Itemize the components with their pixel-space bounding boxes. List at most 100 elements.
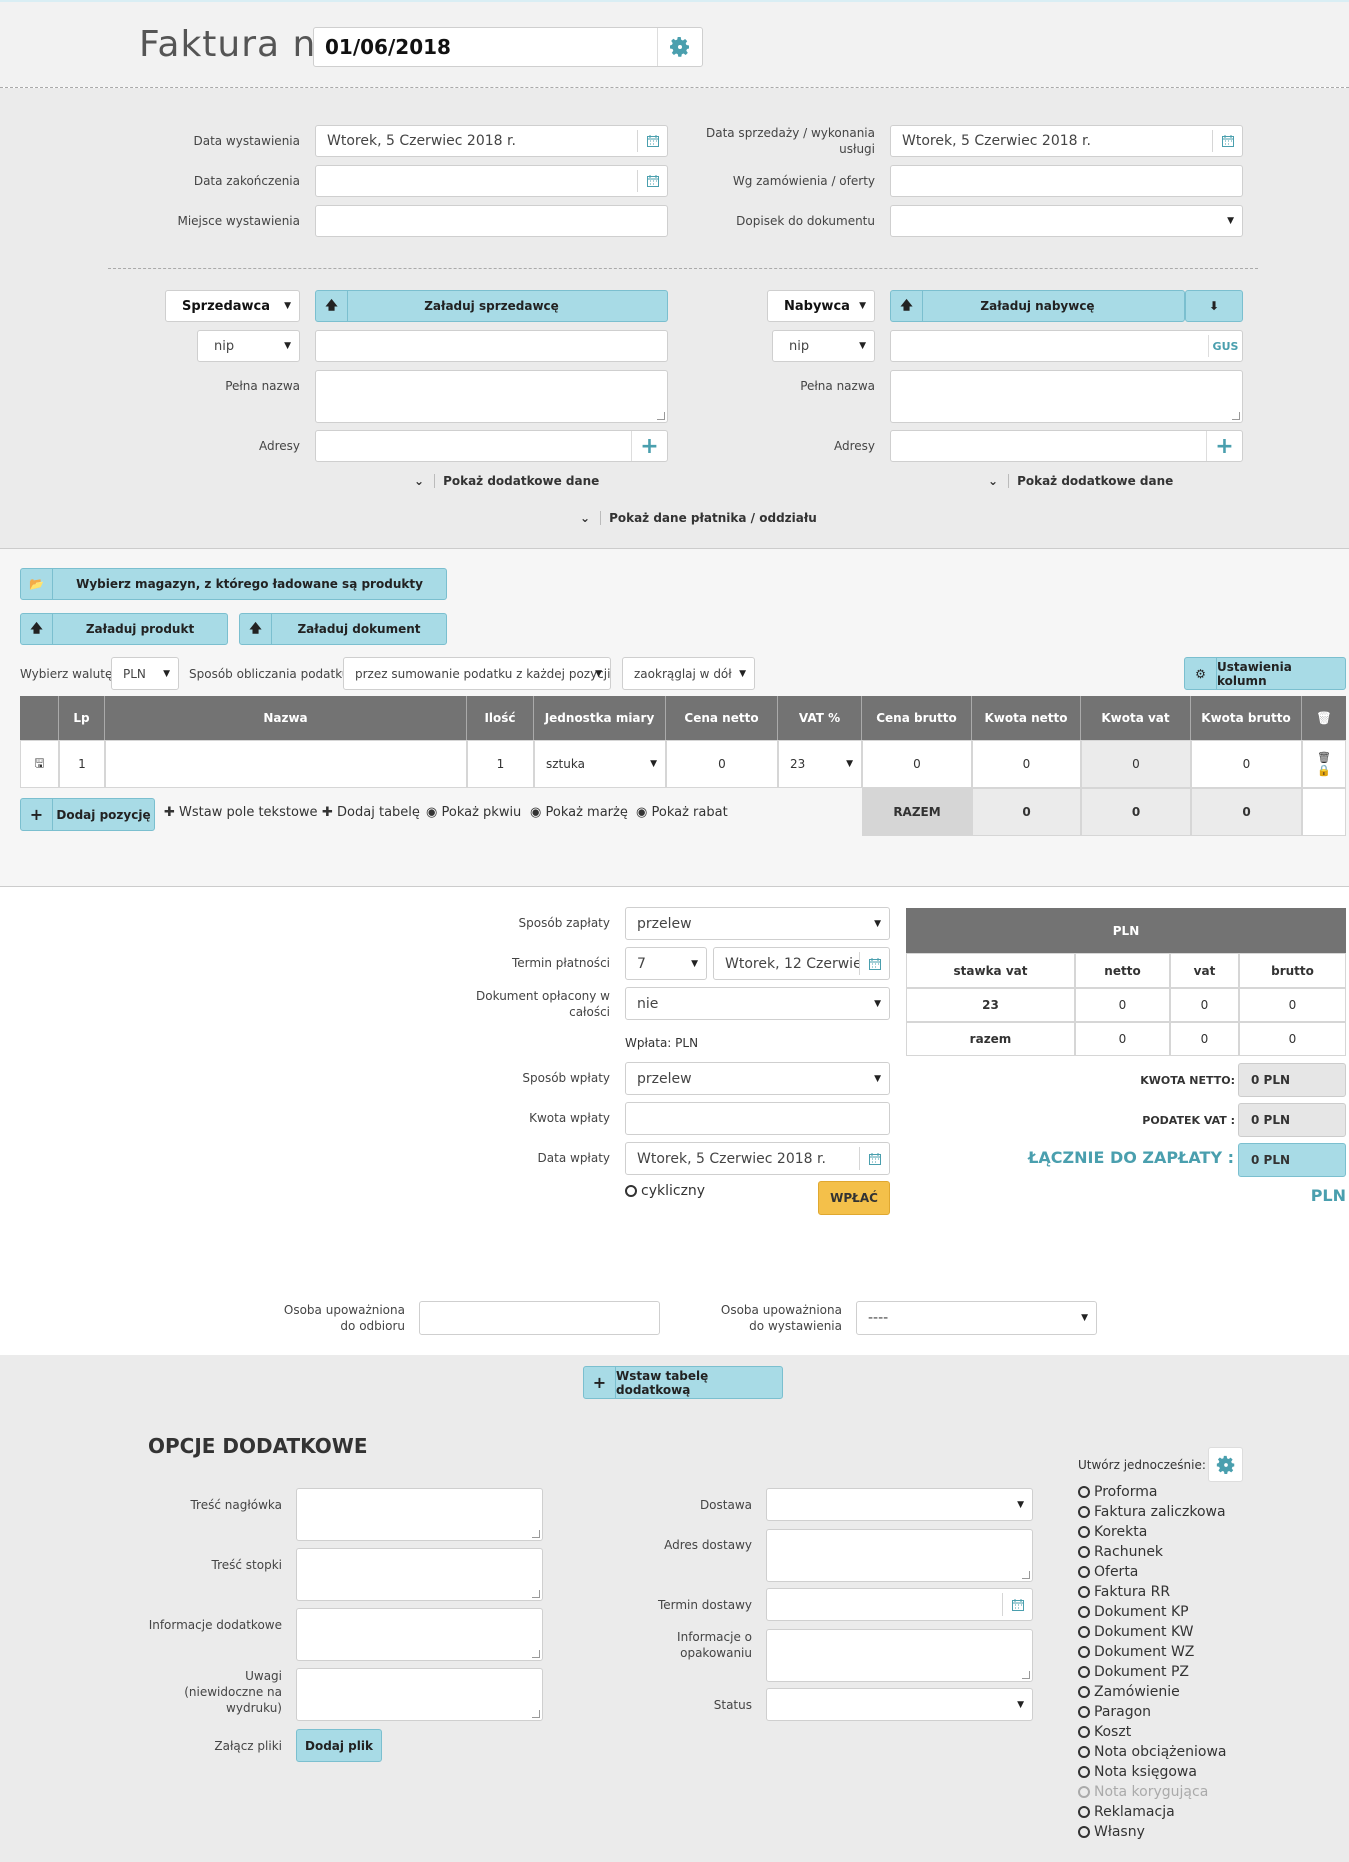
doc-option[interactable]: Koszt	[1078, 1724, 1131, 1740]
insert-text-field-link[interactable]: ✚ Wstaw pole tekstowe	[164, 805, 318, 820]
lock-icon[interactable]: 🔒	[1317, 764, 1331, 777]
deposit-amount-input[interactable]	[625, 1102, 890, 1135]
doc-option[interactable]: Proforma	[1078, 1484, 1157, 1500]
add-item-button[interactable]: + Dodaj pozycję	[20, 798, 155, 831]
issue-date-input[interactable]: Wtorek, 5 Czerwiec 2018 r.	[315, 125, 668, 157]
doc-option[interactable]: Dokument WZ	[1078, 1644, 1194, 1660]
show-discount-link[interactable]: ◉ Pokaż rabat	[636, 805, 728, 820]
seller-nip-input[interactable]	[315, 330, 668, 362]
row-qty-input[interactable]: 1	[467, 740, 534, 788]
rounding-select[interactable]: zaokrąglaj w dół ▼	[622, 657, 755, 690]
doc-option[interactable]: Dokument KP	[1078, 1604, 1189, 1620]
buyer-select[interactable]: Nabywca ▼	[767, 290, 875, 322]
remarks-input[interactable]	[296, 1668, 543, 1721]
buyer-fullname-input[interactable]	[890, 370, 1243, 423]
cyclic-radio[interactable]: cykliczny	[625, 1183, 705, 1199]
order-input[interactable]	[890, 165, 1243, 197]
calendar-icon	[868, 1152, 881, 1165]
delivery-select[interactable]: ▼	[766, 1488, 1033, 1521]
load-buyer-button[interactable]: 🡅 Załaduj nabywcę	[890, 290, 1185, 322]
doc-option[interactable]: Dokument KW	[1078, 1624, 1193, 1640]
create-settings-button[interactable]	[1208, 1447, 1243, 1482]
trash-icon[interactable]: 🗑	[1317, 751, 1331, 764]
buyer-nip-select[interactable]: nip ▼	[772, 330, 875, 362]
header-text-input[interactable]	[296, 1488, 543, 1541]
doc-option[interactable]: Faktura RR	[1078, 1584, 1170, 1600]
sale-date-input[interactable]: Wtorek, 5 Czerwiec 2018 r.	[890, 125, 1243, 157]
tax-method-select[interactable]: przez sumowanie podatku z każdej pozycji…	[343, 657, 611, 690]
info-input[interactable]	[296, 1608, 543, 1661]
deposit-method-select[interactable]: przelew ▼	[625, 1062, 890, 1095]
row-vat-select[interactable]: 23 ▼	[778, 740, 862, 788]
pay-button[interactable]: WPŁAĆ	[818, 1181, 890, 1215]
download-button[interactable]: ⬇	[1185, 290, 1243, 322]
buyer-nip-input[interactable]: GUS	[890, 330, 1243, 362]
dropdown-arrow-icon: ▼	[739, 668, 746, 679]
show-pkwiu-link[interactable]: ◉ Pokaż pkwiu	[426, 805, 521, 820]
payment-term-date[interactable]: Wtorek, 12 Czerwiec	[713, 947, 890, 980]
doc-option[interactable]: Faktura zaliczkowa	[1078, 1504, 1226, 1520]
plus-icon: +	[1215, 433, 1234, 459]
gus-button[interactable]: GUS	[1208, 335, 1242, 357]
doc-option[interactable]: Reklamacja	[1078, 1804, 1175, 1820]
plus-icon: +	[640, 433, 659, 459]
seller-nip-select[interactable]: nip ▼	[197, 330, 300, 362]
options-title: OPCJE DODATKOWE	[148, 1434, 368, 1458]
end-date-input[interactable]	[315, 165, 668, 197]
doc-option[interactable]: Własny	[1078, 1824, 1145, 1840]
doc-option[interactable]: Korekta	[1078, 1524, 1147, 1540]
payer-toggle[interactable]: ⌄ Pokaż dane płatnika / oddziału	[580, 511, 817, 525]
doc-option[interactable]: Nota księgowa	[1078, 1764, 1197, 1780]
load-product-button[interactable]: 🡅 Załaduj produkt	[20, 613, 228, 645]
buyer-more-toggle[interactable]: ⌄ Pokaż dodatkowe dane	[988, 474, 1174, 488]
seller-select[interactable]: Sprzedawca ▼	[165, 290, 300, 322]
warehouse-button[interactable]: 📂 Wybierz magazyn, z którego ładowane są …	[20, 568, 447, 600]
row-gross-input[interactable]: 0	[862, 740, 972, 788]
buyer-address-input[interactable]: +	[890, 430, 1243, 462]
warehouse-label: Wybierz magazyn, z którego ładowane są p…	[76, 577, 423, 591]
currency-select[interactable]: PLN ▼	[111, 657, 179, 690]
delivery-term-input[interactable]	[766, 1588, 1033, 1621]
place-input[interactable]	[315, 205, 668, 237]
note-select[interactable]: ▼	[890, 205, 1243, 237]
plus-icon: ✚	[322, 805, 333, 820]
packaging-input[interactable]	[766, 1629, 1033, 1682]
delivery-term-label: Termin dostawy	[657, 1598, 752, 1612]
add-address-button[interactable]: +	[1206, 431, 1242, 461]
deposit-date-input[interactable]: Wtorek, 5 Czerwiec 2018 r.	[625, 1142, 890, 1175]
doc-option[interactable]: Paragon	[1078, 1704, 1151, 1720]
footer-text-input[interactable]	[296, 1548, 543, 1601]
settings-button[interactable]	[657, 28, 702, 66]
doc-option[interactable]: Dokument PZ	[1078, 1664, 1189, 1680]
doc-option[interactable]: Rachunek	[1078, 1544, 1163, 1560]
row-net-input[interactable]: 0	[666, 740, 778, 788]
load-seller-button[interactable]: 🡅 Załaduj sprzedawcę	[315, 290, 668, 322]
delivery-address-input[interactable]	[766, 1529, 1033, 1582]
show-margin-link[interactable]: ◉ Pokaż marżę	[530, 805, 628, 820]
issue-person-select[interactable]: ---- ▼	[856, 1301, 1097, 1335]
doc-option[interactable]: Nota obciążeniowa	[1078, 1744, 1227, 1760]
doc-option[interactable]: Zamówienie	[1078, 1684, 1180, 1700]
add-file-button[interactable]: Dodaj plik	[296, 1729, 382, 1762]
column-settings-button[interactable]: ⚙ Ustawienia kolumn	[1184, 657, 1346, 690]
insert-table-button[interactable]: + Wstaw tabelę dodatkową	[583, 1366, 783, 1399]
col-amount-net: Kwota netto	[972, 696, 1081, 740]
col-delete[interactable]: 🗑	[1302, 696, 1346, 740]
save-row-button[interactable]: 🖫	[20, 740, 59, 788]
row-unit-select[interactable]: sztuka ▼	[534, 740, 666, 788]
dropdown-arrow-icon: ▼	[874, 1073, 881, 1084]
receive-person-input[interactable]	[419, 1301, 660, 1335]
status-select[interactable]: ▼	[766, 1688, 1033, 1721]
seller-more-toggle[interactable]: ⌄ Pokaż dodatkowe dane	[414, 474, 600, 488]
seller-address-input[interactable]: +	[315, 430, 668, 462]
add-address-button[interactable]: +	[631, 431, 667, 461]
doc-option[interactable]: Oferta	[1078, 1564, 1138, 1580]
seller-fullname-input[interactable]	[315, 370, 668, 423]
invoice-number-input[interactable]: 01/06/2018	[313, 27, 703, 67]
row-name-input[interactable]	[105, 740, 467, 788]
paid-select[interactable]: nie ▼	[625, 987, 890, 1020]
payment-term-select[interactable]: 7 ▼	[625, 947, 707, 980]
add-table-link[interactable]: ✚ Dodaj tabelę	[322, 805, 420, 820]
load-document-button[interactable]: 🡅 Załaduj dokument	[239, 613, 447, 645]
payment-method-select[interactable]: przelew ▼	[625, 907, 890, 940]
